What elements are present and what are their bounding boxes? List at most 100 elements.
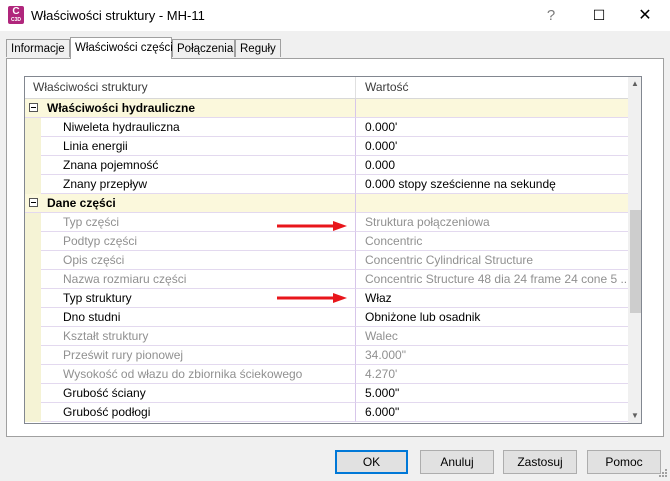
header-separator[interactable] [355, 77, 356, 98]
property-value-cell[interactable]: Właz [355, 289, 628, 308]
property-name-cell[interactable]: Podtyp części [25, 232, 355, 251]
property-value: Właz [365, 291, 392, 305]
property-label: Znana pojemność [63, 158, 159, 172]
row-gutter [25, 213, 41, 232]
property-name-cell[interactable]: Grubość podłogi [25, 403, 355, 422]
property-row[interactable]: Nazwa rozmiaru części Concentric Structur… [25, 270, 628, 289]
property-row[interactable]: Linia energii 0.000' [25, 137, 628, 156]
property-value-cell[interactable]: Concentric [355, 232, 628, 251]
help-button[interactable]: Pomoc [587, 450, 661, 474]
row-gutter [25, 327, 41, 346]
property-name-cell[interactable]: Linia energii [25, 137, 355, 156]
category-row[interactable]: Dane części [25, 194, 628, 213]
property-name-cell[interactable]: Niweleta hydrauliczna [25, 118, 355, 137]
property-value: Concentric [365, 234, 423, 248]
property-row[interactable]: Kształt struktury Walec [25, 327, 628, 346]
property-row[interactable]: Znana pojemność 0.000 [25, 156, 628, 175]
property-name-cell[interactable]: Wysokość od włazu do zbiornika ściekoweg… [25, 365, 355, 384]
property-name-cell[interactable]: Nazwa rozmiaru części [25, 270, 355, 289]
property-value-cell[interactable]: Concentric Structure 48 dia 24 frame 24 … [355, 270, 628, 289]
property-value-cell[interactable]: 6.000" [355, 403, 628, 422]
property-label: Prześwit rury pionowej [63, 348, 184, 362]
property-label: Opis części [63, 253, 125, 267]
row-gutter [25, 346, 41, 365]
tab-reguly[interactable]: Reguły [235, 39, 281, 57]
resize-grip-icon[interactable] [656, 468, 668, 480]
property-row[interactable]: Niweleta hydrauliczna 0.000' [25, 118, 628, 137]
property-row[interactable]: Grubość ściany 5.000" [25, 384, 628, 403]
row-gutter [25, 384, 41, 403]
row-gutter [25, 156, 41, 175]
property-value-cell[interactable]: Struktura połączeniowa [355, 213, 628, 232]
row-gutter [25, 365, 41, 384]
property-row[interactable]: Grubość podłogi 6.000" [25, 403, 628, 422]
property-row[interactable]: Wysokość od włazu do zbiornika ściekoweg… [25, 365, 628, 384]
property-row[interactable]: Dno studni Obniżone lub osadnik [25, 308, 628, 327]
window-title: Właściwości struktury - MH-11 [31, 8, 205, 23]
property-value: Concentric Structure 48 dia 24 frame 24 … [365, 272, 627, 286]
grid-header: Właściwości struktury Wartość [25, 77, 628, 99]
property-row[interactable]: Podtyp części Concentric [25, 232, 628, 251]
property-value-cell[interactable]: 5.000" [355, 384, 628, 403]
property-name-cell[interactable]: Właściwości hydrauliczne [25, 99, 355, 118]
property-name-cell[interactable]: Dane części [25, 194, 355, 213]
property-value: 0.000 [365, 158, 396, 172]
property-value-cell [355, 194, 628, 213]
row-gutter [25, 175, 41, 194]
app-icon-letter: C [12, 6, 20, 17]
property-row[interactable]: Opis części Concentric Cylindrical Struct… [25, 251, 628, 270]
row-gutter [25, 289, 41, 308]
property-name-cell[interactable]: Dno studni [25, 308, 355, 327]
property-name-cell[interactable]: Znana pojemność [25, 156, 355, 175]
property-name-cell[interactable]: Grubość ściany [25, 384, 355, 403]
property-name-cell[interactable]: Prześwit rury pionowej [25, 346, 355, 365]
property-value-cell[interactable]: 0.000 stopy sześcienne na sekundę [355, 175, 628, 194]
property-value: 5.000" [365, 386, 400, 400]
close-button[interactable]: ✕ [622, 0, 668, 31]
cancel-button[interactable]: Anuluj [420, 450, 494, 474]
tab-polaczenia[interactable]: Połączenia [172, 39, 235, 57]
apply-button[interactable]: Zastosuj [503, 450, 577, 474]
property-value-cell[interactable]: 4.270' [355, 365, 628, 384]
property-value-cell[interactable]: 0.000' [355, 118, 628, 137]
category-row[interactable]: Właściwości hydrauliczne [25, 99, 628, 118]
property-value-cell[interactable]: 0.000 [355, 156, 628, 175]
collapse-icon[interactable] [29, 103, 38, 112]
help-title-button[interactable]: ? [528, 0, 574, 31]
property-name-cell[interactable]: Znany przepływ [25, 175, 355, 194]
property-value-cell[interactable]: Walec [355, 327, 628, 346]
property-row[interactable]: Znany przepływ 0.000 stopy sześcienne na … [25, 175, 628, 194]
property-name-cell[interactable]: Kształt struktury [25, 327, 355, 346]
property-value: Walec [365, 329, 398, 343]
red-arrow-icon [277, 292, 347, 303]
tab-wlasciwosci-czesci[interactable]: Właściwości części [70, 37, 173, 59]
app-icon-caption: C3D [10, 17, 21, 23]
scroll-down-icon[interactable]: ▼ [628, 409, 641, 423]
header-property[interactable]: Właściwości struktury [33, 77, 148, 98]
property-label: Grubość ściany [63, 386, 146, 400]
property-grid: Właściwości struktury Wartość Właściwośc… [24, 76, 642, 424]
title-bar: C C3D Właściwości struktury - MH-11 ? ☐ … [0, 0, 670, 31]
property-row[interactable]: Prześwit rury pionowej 34.000" [25, 346, 628, 365]
collapse-icon[interactable] [29, 198, 38, 207]
property-value-cell[interactable]: Obniżone lub osadnik [355, 308, 628, 327]
row-gutter [25, 270, 41, 289]
property-label: Wysokość od włazu do zbiornika ściekoweg… [63, 367, 303, 381]
red-arrow-icon [277, 220, 347, 231]
maximize-button[interactable]: ☐ [576, 0, 622, 31]
scroll-thumb[interactable] [630, 210, 641, 313]
property-label: Kształt struktury [63, 329, 149, 343]
property-name-cell[interactable]: Opis części [25, 251, 355, 270]
tab-informacje[interactable]: Informacje [6, 39, 70, 57]
property-value-cell[interactable]: Concentric Cylindrical Structure [355, 251, 628, 270]
property-value-cell [355, 99, 628, 118]
property-label: Dane części [47, 196, 116, 210]
header-value[interactable]: Wartość [365, 77, 409, 98]
vertical-scrollbar[interactable]: ▲ ▼ [628, 77, 641, 423]
ok-button[interactable]: OK [335, 450, 408, 474]
property-value: 0.000' [365, 120, 398, 134]
property-value: 0.000' [365, 139, 398, 153]
property-value-cell[interactable]: 0.000' [355, 137, 628, 156]
property-value-cell[interactable]: 34.000" [355, 346, 628, 365]
scroll-up-icon[interactable]: ▲ [628, 77, 641, 91]
